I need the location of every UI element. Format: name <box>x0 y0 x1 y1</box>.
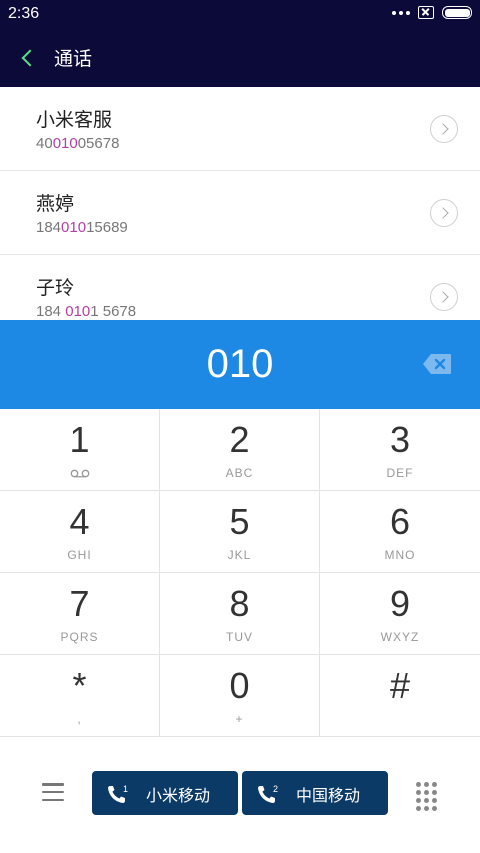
key-2[interactable]: 2 ABC <box>160 409 320 491</box>
app-header: 通话 <box>0 30 480 87</box>
menu-icon[interactable] <box>42 783 64 801</box>
chevron-right-circle-icon[interactable] <box>430 115 458 143</box>
phone-icon: 1 <box>108 784 128 803</box>
key-letters: DEF <box>386 466 414 480</box>
voicemail-icon <box>70 469 90 478</box>
key-letters: MNO <box>384 548 416 562</box>
key-4[interactable]: 4 GHI <box>0 491 160 573</box>
call-action-bar: 1 小米移动 2 中国移动 <box>0 737 480 853</box>
key-digit: 6 <box>389 501 411 542</box>
status-time: 2:36 <box>8 5 40 22</box>
chevron-right-circle-icon[interactable] <box>430 283 458 311</box>
more-notifications-icon <box>392 10 410 15</box>
key-digit: 5 <box>229 501 250 542</box>
backspace-icon[interactable] <box>422 353 452 375</box>
key-5[interactable]: 5 JKL <box>160 491 320 573</box>
key-6[interactable]: 6 MNO <box>320 491 480 573</box>
call-button-label: 小米移动 <box>146 786 211 805</box>
contact-name: 小米客服 <box>36 109 113 131</box>
key-digit: 4 <box>69 501 90 542</box>
sim-number: 1 <box>123 784 128 794</box>
page-title: 通话 <box>54 48 93 70</box>
contact-item[interactable]: 燕婷 18401015689 <box>0 171 480 255</box>
status-bar: 2:36 <box>0 0 480 30</box>
key-digit: 1 <box>69 419 90 460</box>
key-letters: WXYZ <box>380 630 420 644</box>
call-button-sim1[interactable]: 1 小米移动 <box>92 771 238 815</box>
key-digit: 9 <box>389 583 411 624</box>
key-letters: PQRS <box>60 630 99 644</box>
key-star[interactable]: * , <box>0 655 160 737</box>
contact-number: 18401015689 <box>36 219 128 236</box>
key-digit: 7 <box>69 583 90 624</box>
contact-item[interactable]: 小米客服 4001005678 <box>0 87 480 171</box>
key-letters: JKL <box>227 548 252 562</box>
key-7[interactable]: 7 PQRS <box>0 573 160 655</box>
key-8[interactable]: 8 TUV <box>160 573 320 655</box>
contact-match-list: 小米客服 4001005678 燕婷 18401015689 子玲 184 01… <box>0 87 480 320</box>
dial-input-bar: 010 <box>0 320 480 409</box>
key-plus: + <box>235 712 244 726</box>
key-0[interactable]: 0 + <box>160 655 320 737</box>
key-9[interactable]: 9 WXYZ <box>320 573 480 655</box>
no-sim-icon <box>418 6 434 19</box>
key-digit: # <box>389 665 411 706</box>
contact-item[interactable]: 子玲 184 0101 5678 <box>0 255 480 320</box>
call-button-sim2[interactable]: 2 中国移动 <box>242 771 388 815</box>
key-digit: 2 <box>229 419 250 460</box>
battery-icon <box>442 6 472 19</box>
key-letters: GHI <box>67 548 92 562</box>
back-chevron-icon[interactable] <box>16 44 40 72</box>
number-match-highlight: 010 <box>61 219 87 236</box>
contact-number: 184 0101 5678 <box>36 303 137 320</box>
key-letters: ABC <box>225 466 254 480</box>
number-match-highlight: 010 <box>65 303 91 320</box>
key-letters: TUV <box>226 630 253 644</box>
dialpad: 1 2 ABC 3 DEF 4 GHI 5 JKL 6 MNO 7 PQRS 8… <box>0 409 480 737</box>
key-pause: , <box>77 712 82 726</box>
key-digit: 8 <box>229 583 250 624</box>
status-indicators <box>392 6 472 19</box>
phone-icon: 2 <box>258 784 278 803</box>
key-hash[interactable]: # <box>320 655 480 737</box>
sim-number: 2 <box>273 784 278 794</box>
call-button-label: 中国移动 <box>296 786 361 805</box>
key-digit: 3 <box>389 419 411 460</box>
key-3[interactable]: 3 DEF <box>320 409 480 491</box>
contact-number: 4001005678 <box>36 135 120 152</box>
contact-name: 燕婷 <box>36 193 75 215</box>
chevron-right-circle-icon[interactable] <box>430 199 458 227</box>
number-match-highlight: 010 <box>52 135 78 152</box>
dialed-number: 010 <box>206 342 274 386</box>
key-digit: * <box>72 665 87 706</box>
contact-name: 子玲 <box>36 277 75 299</box>
key-digit: 0 <box>229 665 250 706</box>
dialpad-icon[interactable] <box>416 782 438 811</box>
key-1[interactable]: 1 <box>0 409 160 491</box>
